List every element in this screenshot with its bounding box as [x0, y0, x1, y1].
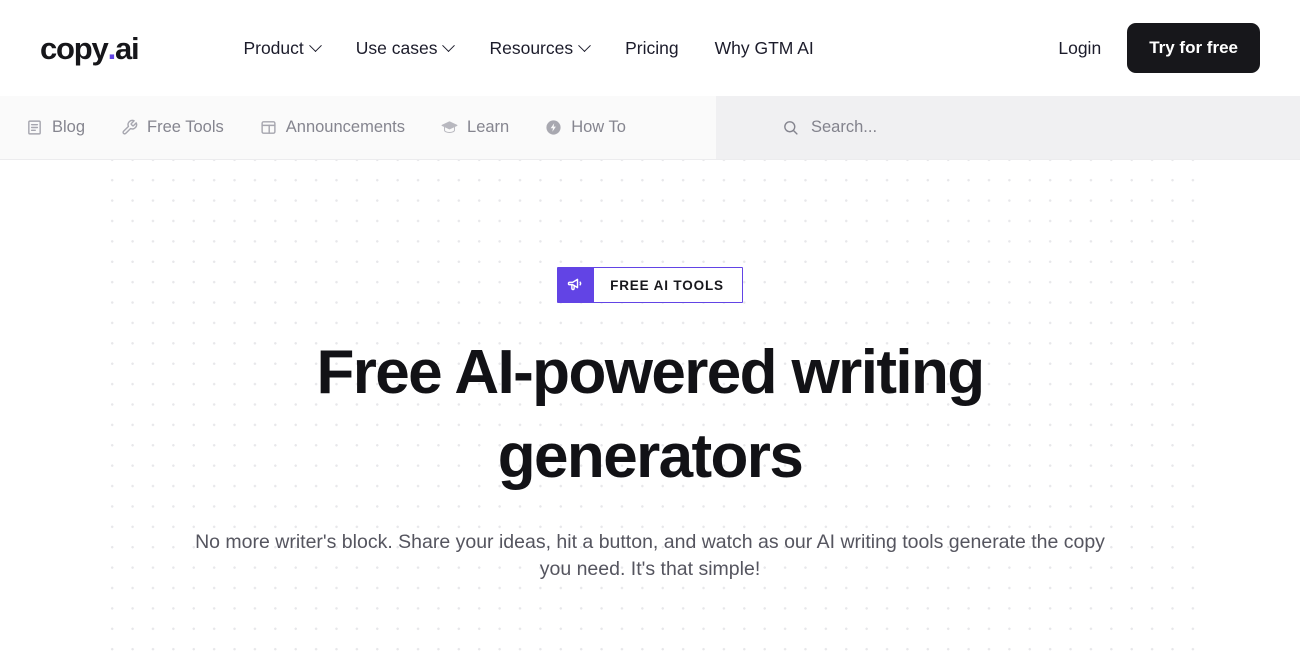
- chevron-down-icon: [308, 38, 322, 52]
- subnav-item-free-tools[interactable]: Free Tools: [103, 96, 242, 159]
- nav-item-label: Why GTM AI: [714, 37, 814, 58]
- brand-name-suffix: ai: [114, 30, 140, 66]
- badge-label: FREE AI TOOLS: [610, 277, 724, 293]
- subnav-item-label: Announcements: [285, 118, 406, 136]
- subnav-item-announcements[interactable]: Announcements: [242, 96, 423, 159]
- hero-content: FREE AI TOOLS Free AI-powered writing ge…: [0, 160, 1300, 583]
- nav-item-label: Resources: [489, 37, 574, 58]
- layout-panel-icon: [261, 121, 276, 134]
- nav-item-use-cases[interactable]: Use cases: [355, 37, 456, 59]
- zap-circle-icon: [546, 120, 561, 135]
- login-link[interactable]: Login: [1058, 38, 1101, 59]
- brand-logo[interactable]: copy. ai: [40, 30, 140, 66]
- page-title: Free AI-powered writing generators: [316, 338, 985, 491]
- megaphone-icon: [567, 278, 582, 291]
- badge-icon-container: [558, 268, 595, 302]
- nav-item-pricing[interactable]: Pricing: [625, 38, 679, 59]
- primary-nav: Product Use cases Resources Pricing Why …: [243, 38, 813, 59]
- nav-item-label: Pricing: [625, 37, 679, 58]
- book-icon: [28, 120, 41, 135]
- subnav-item-label: Learn: [467, 118, 510, 136]
- graduation-cap-icon: [441, 121, 458, 133]
- hero-section: FREE AI TOOLS Free AI-powered writing ge…: [0, 160, 1300, 655]
- subnav-item-label: How To: [571, 118, 626, 136]
- chevron-down-icon: [578, 38, 591, 52]
- chevron-down-icon: [442, 38, 456, 52]
- brand-name-main: copy: [40, 30, 109, 66]
- nav-item-label: Product: [243, 37, 304, 58]
- tools-icon: [122, 119, 138, 135]
- search-input[interactable]: Search...: [716, 96, 1300, 159]
- subnav-item-blog[interactable]: Blog: [8, 96, 103, 159]
- nav-item-product[interactable]: Product: [243, 37, 322, 59]
- search-placeholder: Search...: [811, 118, 878, 136]
- try-for-free-button[interactable]: Try for free: [1127, 23, 1260, 73]
- subnav-items: Blog Free Tools Announcements Learn How …: [0, 96, 644, 159]
- free-ai-tools-badge[interactable]: FREE AI TOOLS: [557, 267, 743, 303]
- nav-item-resources[interactable]: Resources: [489, 37, 591, 59]
- top-header: copy. ai Product Use cases Resources Pric…: [0, 0, 1300, 96]
- nav-item-label: Use cases: [355, 37, 438, 58]
- brand-name-dot: .: [107, 30, 117, 66]
- hero-subtitle: No more writer's block. Share your ideas…: [195, 531, 1105, 580]
- secondary-nav: Blog Free Tools Announcements Learn How …: [0, 96, 1300, 160]
- subnav-item-how-to[interactable]: How To: [527, 96, 644, 159]
- subnav-item-label: Blog: [52, 118, 86, 136]
- nav-item-why-gtm-ai[interactable]: Why GTM AI: [715, 38, 814, 59]
- subnav-item-label: Free Tools: [147, 118, 224, 136]
- search-icon: [784, 121, 798, 135]
- subnav-item-learn[interactable]: Learn: [423, 96, 527, 159]
- header-actions: Login Try for free: [1058, 23, 1260, 73]
